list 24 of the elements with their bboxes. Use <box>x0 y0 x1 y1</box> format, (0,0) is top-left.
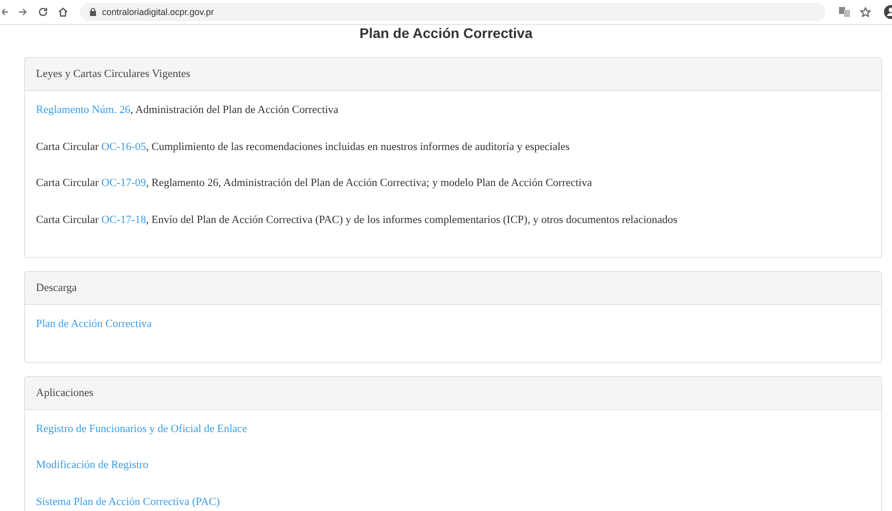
address-bar[interactable]: contraloriadigital.ocpr.gov.pr <box>80 3 825 21</box>
profile-icon[interactable] <box>883 4 892 20</box>
star-icon[interactable] <box>860 6 871 18</box>
document-entry: Carta Circular OC-17-09, Reglamento 26, Administración del Plan de Acción Correctiva; y modelo Plan de Acción Correctiva <box>36 176 592 191</box>
back-arrow-icon[interactable] <box>2 7 8 17</box>
document-entry: Carta Circular OC-17-18, Envío del Plan de Acción Correctiva (PAC) y de los informes complementarios (ICP), y otros documentos relacionados <box>36 212 678 228</box>
section-header: Descarga <box>25 272 881 305</box>
document-link[interactable]: Registro de Funcionarios y de Oficial de Enlace <box>36 422 248 458</box>
forward-arrow-icon[interactable] <box>18 7 28 17</box>
reload-icon[interactable] <box>38 7 48 17</box>
document-link[interactable]: OC-16-05 <box>101 140 146 152</box>
document-entry: Carta Circular OC-16-05, Cumplimiento de las recomendaciones incluidas en nuestros informes de auditoría y especiales <box>36 140 570 154</box>
lock-icon <box>90 8 96 16</box>
home-icon[interactable] <box>58 7 68 17</box>
document-link[interactable]: OC-17-09 <box>101 177 146 189</box>
document-entry: Reglamento Núm. 26, Administración del Plan de Acción Correctiva <box>36 103 338 118</box>
section-header: Aplicaciones <box>25 376 881 410</box>
document-link[interactable]: Reglamento Núm. 26 <box>36 104 130 116</box>
document-link[interactable]: Plan de Acción Correctiva <box>36 317 152 354</box>
document-link[interactable]: Sistema Plan de Acción Correctiva (PAC) <box>36 494 220 511</box>
page-title: Plan de Acción Correctiva <box>358 25 534 41</box>
section-header: Leyes y Cartas Circulares Vigentes <box>25 58 881 91</box>
document-link[interactable]: OC-17-18 <box>101 214 146 226</box>
document-link[interactable]: Modificación de Registro <box>36 458 148 494</box>
